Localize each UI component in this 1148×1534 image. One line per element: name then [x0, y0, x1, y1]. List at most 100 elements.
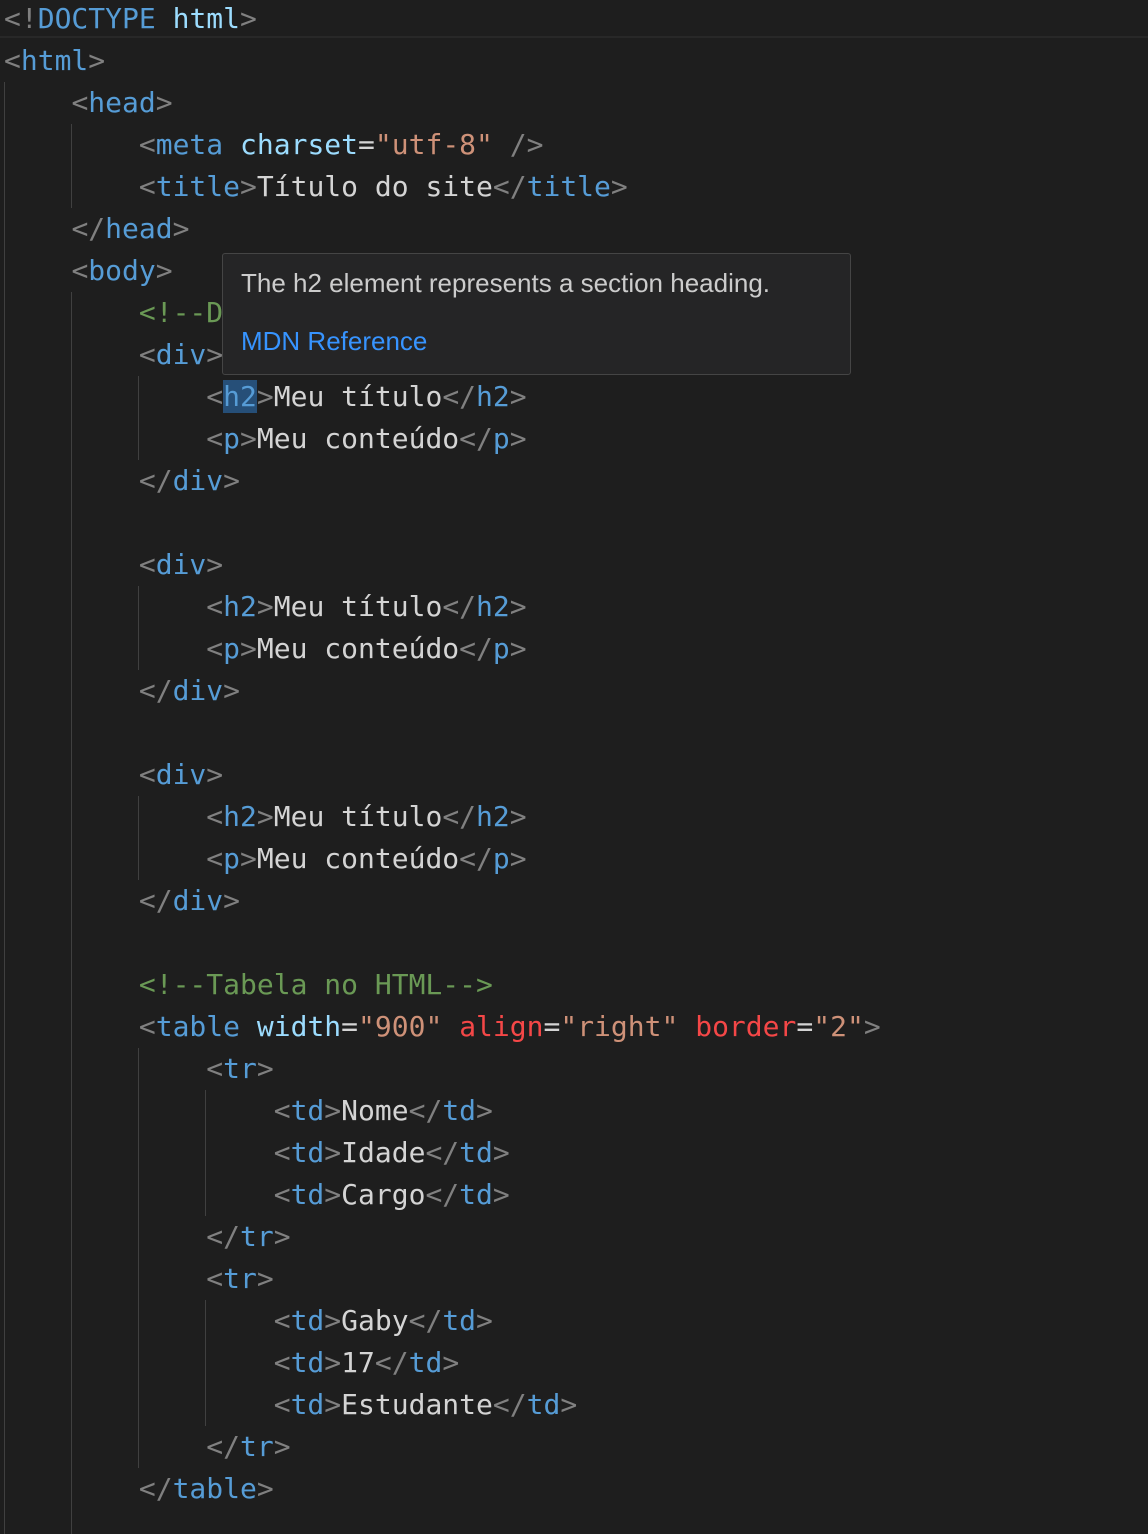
code-line[interactable]: </tr> — [4, 1428, 291, 1470]
code-line[interactable]: <!--D — [4, 294, 223, 336]
code-line[interactable]: <head> — [4, 84, 172, 126]
code-line[interactable]: </div> — [4, 672, 240, 714]
tag-token: h2 — [476, 380, 510, 413]
code-line[interactable]: <h2>Meu título</h2> — [4, 378, 527, 420]
bracket-token: < — [138, 170, 156, 203]
text-token: Cargo — [341, 1178, 426, 1211]
code-line[interactable]: <title>Título do site</title> — [4, 168, 628, 210]
bracket-token: < — [138, 338, 156, 371]
code-line[interactable]: <!DOCTYPE html> — [4, 0, 257, 42]
code-line[interactable]: <td>Cargo</td> — [4, 1176, 510, 1218]
tag-token: td — [290, 1346, 325, 1379]
code-line[interactable]: <p>Meu conteúdo</p> — [4, 630, 526, 672]
bracket-token: </ — [492, 170, 527, 203]
bracket-token: </ — [442, 590, 477, 623]
bracket-token: > — [240, 422, 257, 455]
text-token: = — [341, 1010, 359, 1043]
code-line[interactable]: <h2>Meu título</h2> — [4, 588, 527, 630]
bracket-token: < — [273, 1094, 291, 1127]
text-token: 17 — [341, 1346, 375, 1379]
code-line[interactable]: <h2>Meu título</h2> — [4, 798, 526, 840]
code-line[interactable]: <p>Meu conteúdo</p> — [4, 420, 526, 462]
bracket-token: </ — [138, 674, 173, 707]
code-line[interactable]: </div> — [4, 462, 240, 504]
code-line[interactable]: <td>Estudante</td> — [4, 1386, 577, 1428]
bracket-token: < — [273, 1178, 291, 1211]
code-line[interactable]: <tr> — [4, 1260, 273, 1302]
tag-token: td — [442, 1094, 477, 1127]
code-line[interactable]: <tr> — [4, 1050, 274, 1092]
bracket-token: > — [273, 1430, 291, 1463]
bracket-token: > — [476, 1304, 493, 1337]
tag-token: td — [442, 1304, 477, 1337]
code-line[interactable]: </div> — [4, 882, 240, 924]
code-editor[interactable]: <!DOCTYPE html> <html> <head> <meta chars… — [0, 0, 1148, 1534]
bracket-token: < — [206, 1262, 224, 1295]
bracket-token: > — [442, 1346, 460, 1379]
code-line[interactable]: </head> — [4, 210, 189, 252]
code-line[interactable]: <div> — [4, 756, 223, 798]
code-line[interactable]: <td>Idade</td> — [4, 1134, 510, 1176]
code-line[interactable]: <div> — [4, 336, 223, 378]
code-line[interactable]: <table width="900" align="right" border=… — [4, 1008, 881, 1050]
attribute-token: width — [256, 1010, 342, 1043]
mdn-reference-link[interactable]: MDN Reference — [241, 326, 427, 357]
code-line[interactable]: <td>Gaby</td> — [4, 1302, 493, 1344]
bracket-token: > — [324, 1346, 342, 1379]
attribute-token: html — [172, 2, 241, 35]
bracket-token: > — [509, 590, 527, 623]
bracket-token: < — [71, 254, 89, 287]
bracket-token: < — [138, 758, 156, 791]
tag-token: td — [290, 1094, 325, 1127]
code-line[interactable]: </table> — [4, 1470, 274, 1512]
code-line[interactable]: <td>Nome</td> — [4, 1092, 493, 1134]
text-token: Meu conteúdo — [256, 842, 460, 875]
attribute-token: border — [695, 1010, 797, 1043]
bracket-token: < — [71, 86, 89, 119]
text-token: Meu conteúdo — [256, 632, 460, 665]
code-line[interactable]: <td>17</td> — [4, 1344, 459, 1386]
bracket-token: < — [138, 128, 156, 161]
comment-token: <!--Tabela no HTML--> — [138, 968, 493, 1001]
tag-token: p — [492, 842, 510, 875]
tag-token: td — [459, 1136, 493, 1169]
bracket-token: </ — [206, 1430, 241, 1463]
tag-token: td — [459, 1178, 493, 1211]
code-line[interactable]: <body> — [4, 252, 172, 294]
bracket-token: < — [273, 1304, 291, 1337]
bracket-token: > — [324, 1094, 342, 1127]
string-token: "2" — [813, 1010, 864, 1043]
bracket-token: > — [206, 548, 224, 581]
code-line[interactable]: <html> — [4, 42, 105, 84]
tag-token: td — [290, 1304, 325, 1337]
code-line[interactable]: <!--Tabela no HTML--> — [4, 966, 493, 1008]
code-line[interactable]: <meta charset="utf-8" /> — [4, 126, 544, 168]
code-line[interactable]: </tr> — [4, 1218, 290, 1260]
tag-token: tr — [240, 1220, 274, 1253]
bracket-token: > — [476, 1094, 493, 1127]
code-line[interactable]: <div> — [4, 546, 223, 588]
bracket-token: </ — [138, 464, 173, 497]
code-line[interactable]: <p>Meu conteúdo</p> — [4, 840, 526, 882]
tag-token: head — [105, 212, 173, 245]
tag-token: table — [155, 1010, 241, 1043]
bracket-token: > — [256, 1052, 274, 1085]
